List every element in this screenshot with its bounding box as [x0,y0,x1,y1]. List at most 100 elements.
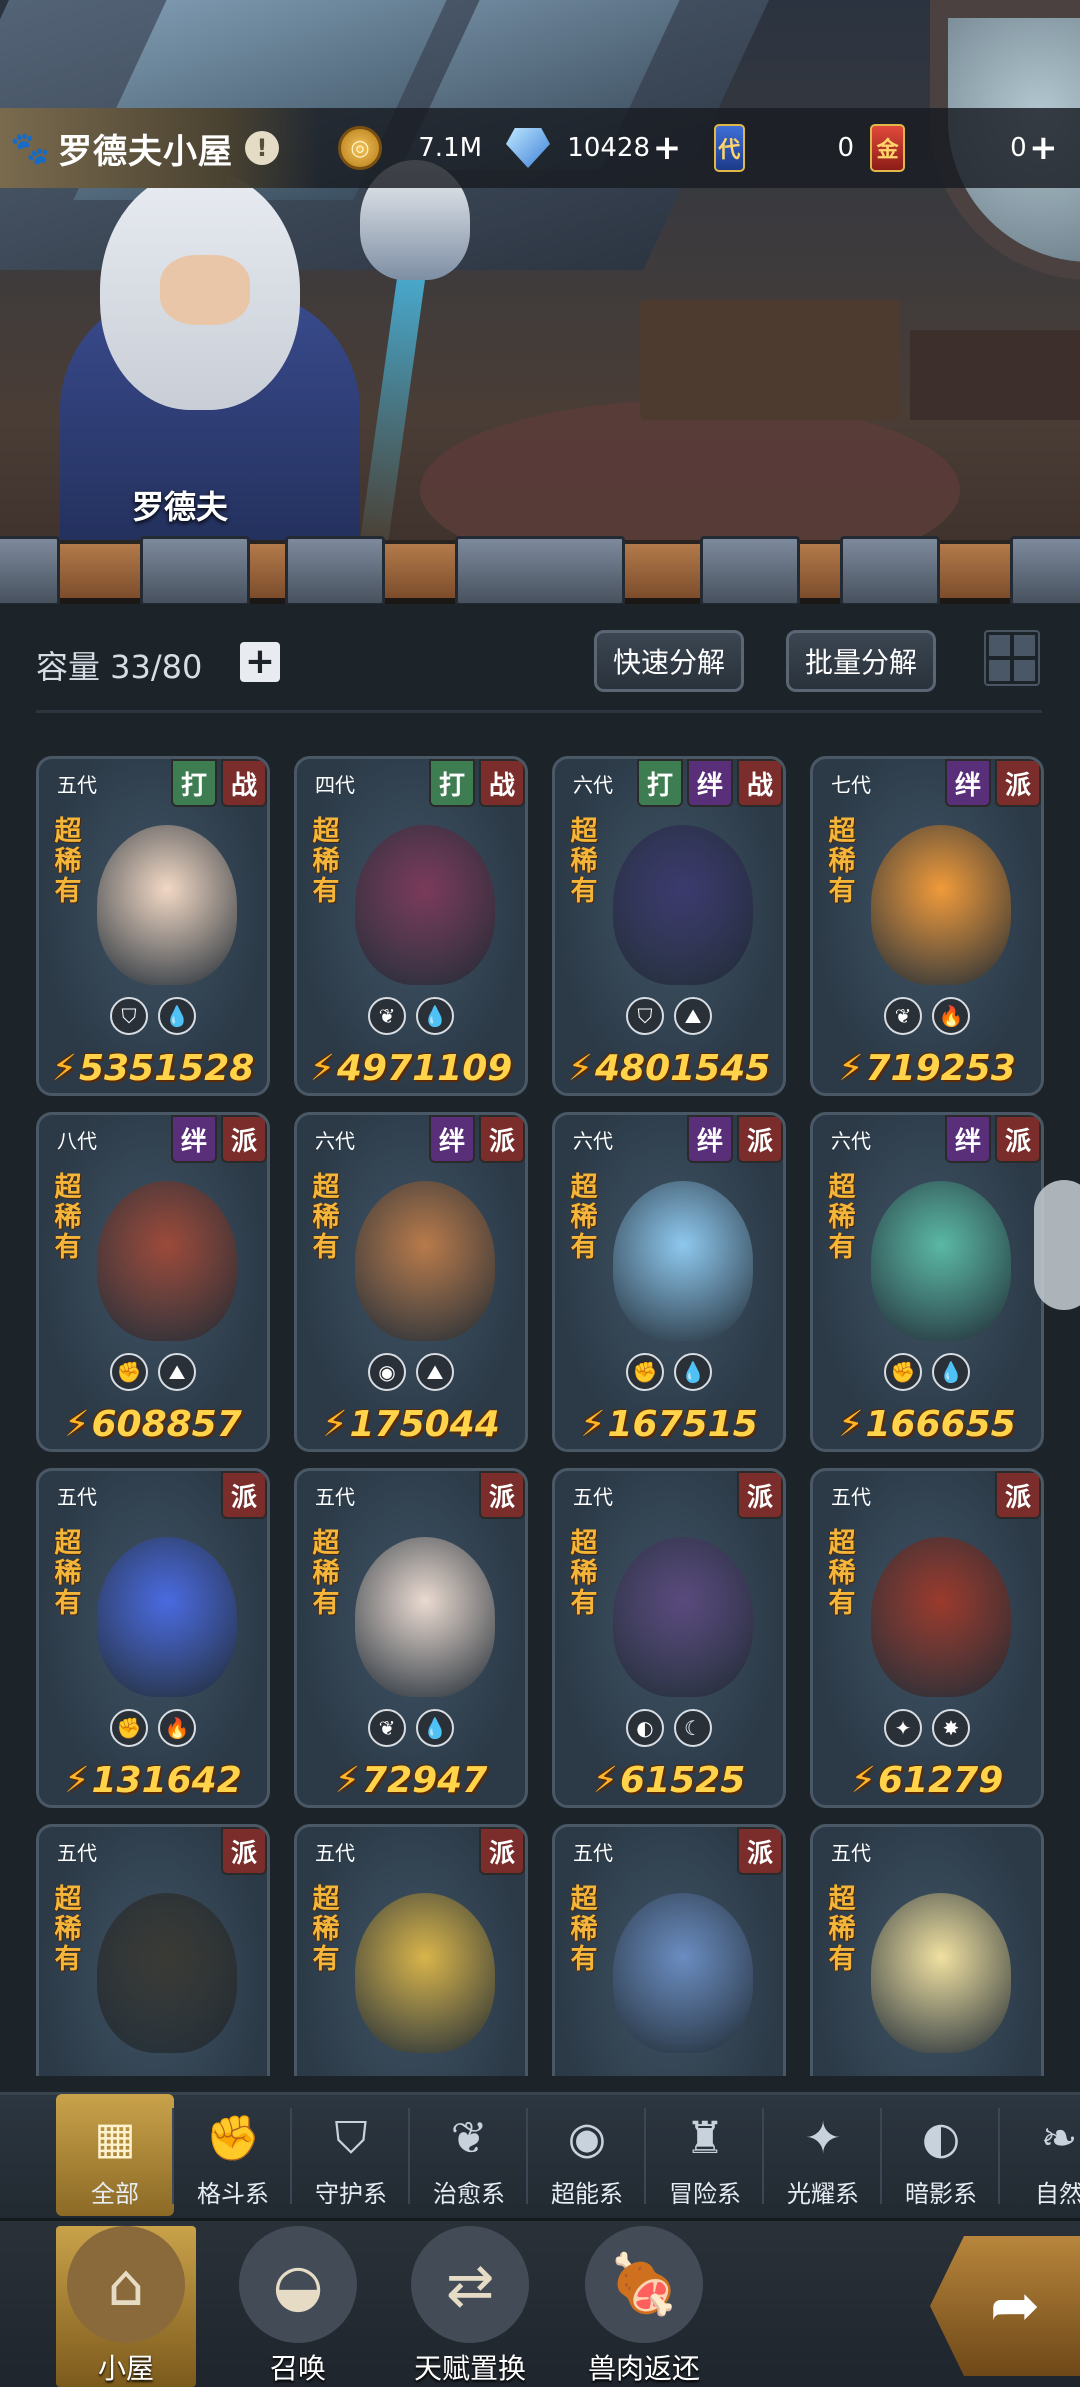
house-icon: ⌂ [67,2226,185,2343]
power-value: ⚡4971109 [297,1048,525,1089]
element-icons: ◉ ⛰ [297,1353,525,1391]
monster-card[interactable]: 五代派超稀有 ❦ 💧 ⚡72947 [294,1468,528,1808]
filter-separator [408,2108,410,2204]
element-icons: ⛉ ⛰ [555,997,783,1035]
add-ticket-button[interactable]: + [1027,128,1060,168]
monster-card[interactable]: 五代 派超稀有 [36,1824,270,2076]
monster-card[interactable]: 五代派超稀有 ✦ ✸ ⚡61279 [810,1468,1044,1808]
side-drawer-handle[interactable] [1034,1180,1080,1310]
quick-dismantle-button[interactable]: 快速分解 [594,630,744,692]
water-icon: 💧 [416,997,454,1035]
shelf [910,330,1080,420]
expand-capacity-button[interactable]: + [240,642,280,682]
trait-tag: 战 [221,759,267,807]
monster-portrait [355,1893,495,2053]
rarity-label: 超稀有 [570,1884,598,1975]
power-value: ⚡166655 [813,1404,1041,1445]
monster-grid: 五代打战超稀有 ⛉ 💧 ⚡5351528 四代打战超稀有 ❦ 💧 ⚡4971109 六代打绊战超… [36,756,1046,2076]
filter-label: 超能系 [551,2180,623,2208]
trait-tag: 派 [479,1471,525,1519]
info-button[interactable]: ! [245,131,279,165]
red-ticket-icon: 金 [870,124,906,172]
monster-card[interactable]: 六代打绊战超稀有 ⛉ ⛰ ⚡4801545 [552,756,786,1096]
earth-icon: ⛰ [674,997,712,1035]
power-number: 131642 [91,1760,242,1801]
heal-icon: ❦ [368,997,406,1035]
filter-separator [880,2108,882,2204]
trait-tag: 派 [221,1115,267,1163]
monster-card[interactable]: 七代绊派超稀有 ❦ 🔥 ⚡719253 [810,756,1044,1096]
filter-separator [998,2108,1000,2204]
power-icon: ⚡ [309,1048,335,1089]
monster-portrait [613,1181,753,1341]
rarity-label: 超稀有 [54,1172,82,1263]
element-icons: ❦ 💧 [297,1709,525,1747]
filter-separator [526,2108,528,2204]
fist-icon: ✊ [110,1709,148,1747]
nav-egg[interactable]: ◒ 召唤 [228,2226,368,2387]
monster-card[interactable]: 六代绊派超稀有 ◉ ⛰ ⚡175044 [294,1112,528,1452]
power-icon: ⚡ [580,1404,606,1445]
trait-tags: 派 [217,1471,267,1519]
monster-card[interactable]: 五代 超稀有 [810,1824,1044,2076]
trait-tags: 打战 [167,759,267,807]
monster-portrait [613,825,753,985]
filter-nature[interactable]: ❧ 自然 [1000,2094,1080,2216]
power-icon: ⚡ [334,1760,361,1801]
filter-light[interactable]: ✦ 光耀系 [764,2094,882,2216]
power-number: 719253 [865,1048,1016,1089]
npc-name: 罗德夫 [132,488,229,526]
trait-tag: 绊 [945,1115,991,1163]
trait-tags: 绊派 [425,1115,525,1163]
power-icon: ⚡ [322,1404,348,1445]
power-icon: ⚡ [64,1404,90,1445]
monster-card[interactable]: 五代打战超稀有 ⛉ 💧 ⚡5351528 [36,756,270,1096]
trait-tags: 打绊战 [633,759,783,807]
trait-tags: 派 [733,1471,783,1519]
add-crystal-button[interactable]: + [650,128,684,168]
divider [36,710,1042,713]
grid-view-toggle[interactable] [984,630,1040,686]
power-value: ⚡608857 [39,1404,267,1445]
nav-swap[interactable]: ⇄ 天赋置换 [400,2226,540,2387]
plank-cap [140,536,250,606]
nav-meat[interactable]: 🍖 兽肉返还 [574,2226,714,2387]
nature-icon: ❧ [1040,2112,1078,2164]
rarity-label: 超稀有 [570,1528,598,1619]
monster-portrait [97,1181,237,1341]
batch-dismantle-button[interactable]: 批量分解 [786,630,936,692]
trait-tags: 绊派 [167,1115,267,1163]
trait-tag: 绊 [945,759,991,807]
trait-tag: 派 [737,1471,783,1519]
plank-cap [1010,536,1080,606]
desk [640,300,900,420]
filter-fist[interactable]: ✊ 格斗系 [174,2094,292,2216]
generation-label: 五代 [57,773,97,797]
monster-card[interactable]: 六代绊派超稀有 ✊ 💧 ⚡167515 [552,1112,786,1452]
nav-house[interactable]: ⌂ 小屋 [56,2226,196,2387]
filter-psychic[interactable]: ◉ 超能系 [528,2094,646,2216]
monster-card[interactable]: 五代派超稀有 ◐ ☾ ⚡61525 [552,1468,786,1808]
filter-adventure[interactable]: ♜ 冒险系 [646,2094,764,2216]
filter-shadow[interactable]: ◐ 暗影系 [882,2094,1000,2216]
trait-tag: 打 [637,759,683,807]
power-value: ⚡5351528 [39,1048,267,1089]
generation-label: 七代 [831,773,871,797]
filter-all[interactable]: ▦ 全部 [56,2094,174,2216]
monster-card[interactable]: 五代 派超稀有 [552,1824,786,2076]
monster-card[interactable]: 八代绊派超稀有 ✊ ⛰ ⚡608857 [36,1112,270,1452]
filter-shield[interactable]: ⛉ 守护系 [292,2094,410,2216]
trait-tags: 派 [217,1827,267,1875]
power-number: 5351528 [78,1048,255,1089]
monster-card[interactable]: 五代派超稀有 ✊ 🔥 ⚡131642 [36,1468,270,1808]
filter-sprout[interactable]: ❦ 治愈系 [410,2094,528,2216]
element-icons: ✊ 🔥 [39,1709,267,1747]
monster-card[interactable]: 五代 派超稀有 [294,1824,528,2076]
plank-cap [840,536,940,606]
monster-card[interactable]: 六代绊派超稀有 ✊ 💧 ⚡166655 [810,1112,1044,1452]
monster-card[interactable]: 四代打战超稀有 ❦ 💧 ⚡4971109 [294,756,528,1096]
generation-label: 五代 [57,1485,97,1509]
power-icon: ⚡ [838,1404,864,1445]
wizard-staff [357,239,431,561]
monster-portrait [97,1893,237,2053]
